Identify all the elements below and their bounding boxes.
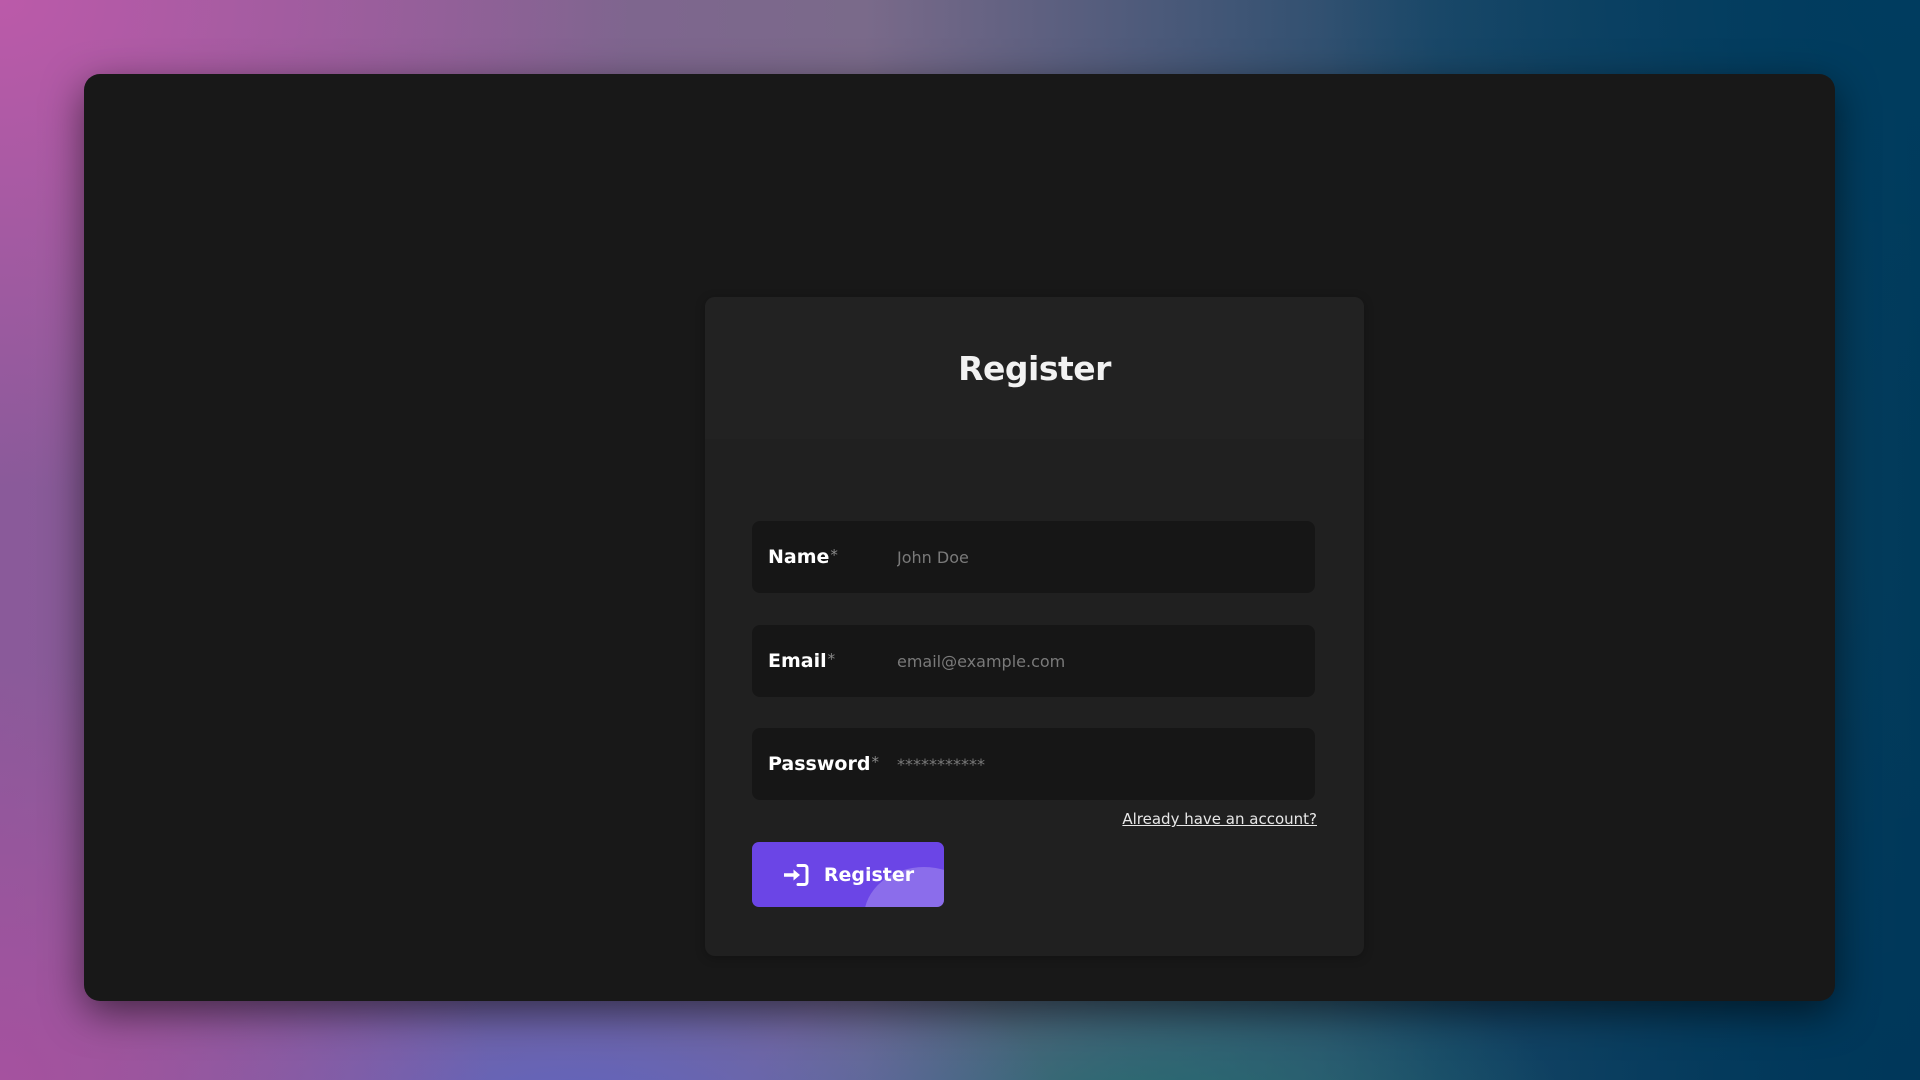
required-mark: * [871,753,879,771]
sign-in-icon [782,863,810,887]
password-input[interactable] [897,728,1315,800]
name-field: Name* [752,521,1315,593]
app-window: Register Name* Email* Password* Already … [84,74,1835,1001]
page-title: Register [958,349,1111,388]
password-field: Password* [752,728,1315,800]
name-label: Name* [768,546,838,568]
password-label: Password* [768,753,879,775]
email-label: Email* [768,650,836,672]
card-header: Register [705,297,1364,439]
email-input[interactable] [897,625,1315,697]
email-field: Email* [752,625,1315,697]
required-mark: * [830,546,838,564]
register-button[interactable]: Register [752,842,944,907]
signin-link[interactable]: Already have an account? [1122,810,1317,828]
name-input[interactable] [897,521,1315,593]
register-card: Register Name* Email* Password* Already … [705,297,1364,956]
register-button-label: Register [823,863,915,886]
required-mark: * [827,650,836,668]
